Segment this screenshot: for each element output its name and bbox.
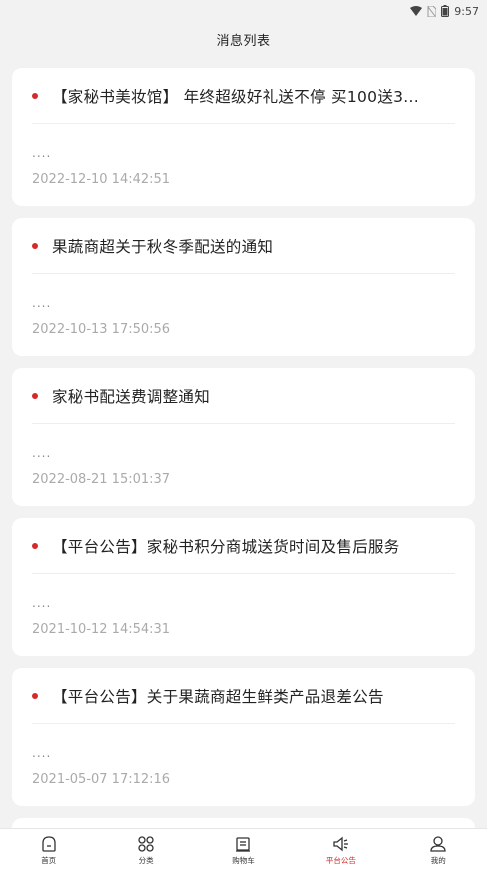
status-bar: 9:57 [0, 0, 487, 22]
message-title: 家秘书配送费调整通知 [52, 387, 211, 406]
message-title: 【平台公告】关于果蔬商超生鲜类产品退差公告 [52, 687, 384, 706]
message-preview: .... [32, 146, 52, 160]
cart-icon [234, 835, 252, 853]
message-preview: .... [32, 296, 52, 310]
tab-profile-label: 我的 [430, 855, 446, 865]
message-card-partial[interactable] [12, 818, 475, 828]
page-header: 消息列表 [0, 22, 487, 56]
tab-category[interactable]: 分类 [106, 835, 186, 866]
unread-dot-icon [32, 692, 38, 699]
message-card[interactable]: 【平台公告】关于果蔬商超生鲜类产品退差公告 .... 2021-05-07 17… [12, 668, 475, 806]
message-time: 2021-10-12 14:54:31 [32, 622, 171, 637]
tab-cart-label: 购物车 [232, 855, 255, 865]
message-preview: .... [32, 746, 52, 760]
wifi-icon [410, 6, 423, 16]
app-screen: 9:57 消息列表 【家秘书美妆馆】 年终超级好礼送不停 买100送3... .… [0, 0, 487, 871]
message-card[interactable]: 【家秘书美妆馆】 年终超级好礼送不停 买100送3... .... 2022-1… [12, 68, 475, 206]
message-title: 【家秘书美妆馆】 年终超级好礼送不停 买100送3... [52, 87, 419, 106]
tab-profile[interactable]: 我的 [398, 835, 478, 866]
bottom-tab-bar: 首页 分类 购物车 平台公告 我的 [0, 828, 487, 871]
message-title-row: 【平台公告】关于果蔬商超生鲜类产品退差公告 [32, 668, 455, 724]
no-sim-icon [427, 5, 437, 17]
message-title-row: 【家秘书美妆馆】 年终超级好礼送不停 买100送3... [32, 68, 455, 124]
message-card[interactable]: 家秘书配送费调整通知 .... 2022-08-21 15:01:37 [12, 368, 475, 506]
message-title: 果蔬商超关于秋冬季配送的通知 [52, 237, 274, 256]
message-list[interactable]: 【家秘书美妆馆】 年终超级好礼送不停 买100送3... .... 2022-1… [0, 56, 487, 828]
message-time: 2022-08-21 15:01:37 [32, 472, 171, 487]
message-title-row: 【平台公告】家秘书积分商城送货时间及售后服务 [32, 518, 455, 574]
message-card[interactable]: 果蔬商超关于秋冬季配送的通知 .... 2022-10-13 17:50:56 [12, 218, 475, 356]
status-time: 9:57 [454, 4, 479, 18]
megaphone-icon [332, 835, 350, 853]
category-grid-icon [137, 835, 155, 853]
unread-dot-icon [32, 92, 38, 99]
unread-dot-icon [32, 542, 38, 549]
page-title: 消息列表 [216, 33, 271, 49]
message-preview: .... [32, 596, 52, 610]
unread-dot-icon [32, 242, 38, 249]
unread-dot-icon [32, 392, 38, 399]
message-time: 2022-10-13 17:50:56 [32, 322, 171, 337]
tab-announcements[interactable]: 平台公告 [301, 835, 381, 866]
message-card[interactable]: 【平台公告】家秘书积分商城送货时间及售后服务 .... 2021-10-12 1… [12, 518, 475, 656]
profile-icon [429, 835, 447, 853]
message-title-row: 果蔬商超关于秋冬季配送的通知 [32, 218, 455, 274]
message-time: 2021-05-07 17:12:16 [32, 772, 171, 787]
battery-icon [441, 5, 450, 17]
home-icon [40, 835, 58, 853]
message-title-row: 家秘书配送费调整通知 [32, 368, 455, 424]
message-title: 【平台公告】家秘书积分商城送货时间及售后服务 [52, 537, 400, 556]
tab-home-label: 首页 [41, 855, 57, 865]
tab-home[interactable]: 首页 [9, 835, 89, 866]
message-preview: .... [32, 446, 52, 460]
tab-announcements-label: 平台公告 [325, 855, 356, 865]
message-time: 2022-12-10 14:42:51 [32, 172, 171, 187]
tab-cart[interactable]: 购物车 [203, 835, 283, 866]
tab-category-label: 分类 [138, 855, 154, 865]
